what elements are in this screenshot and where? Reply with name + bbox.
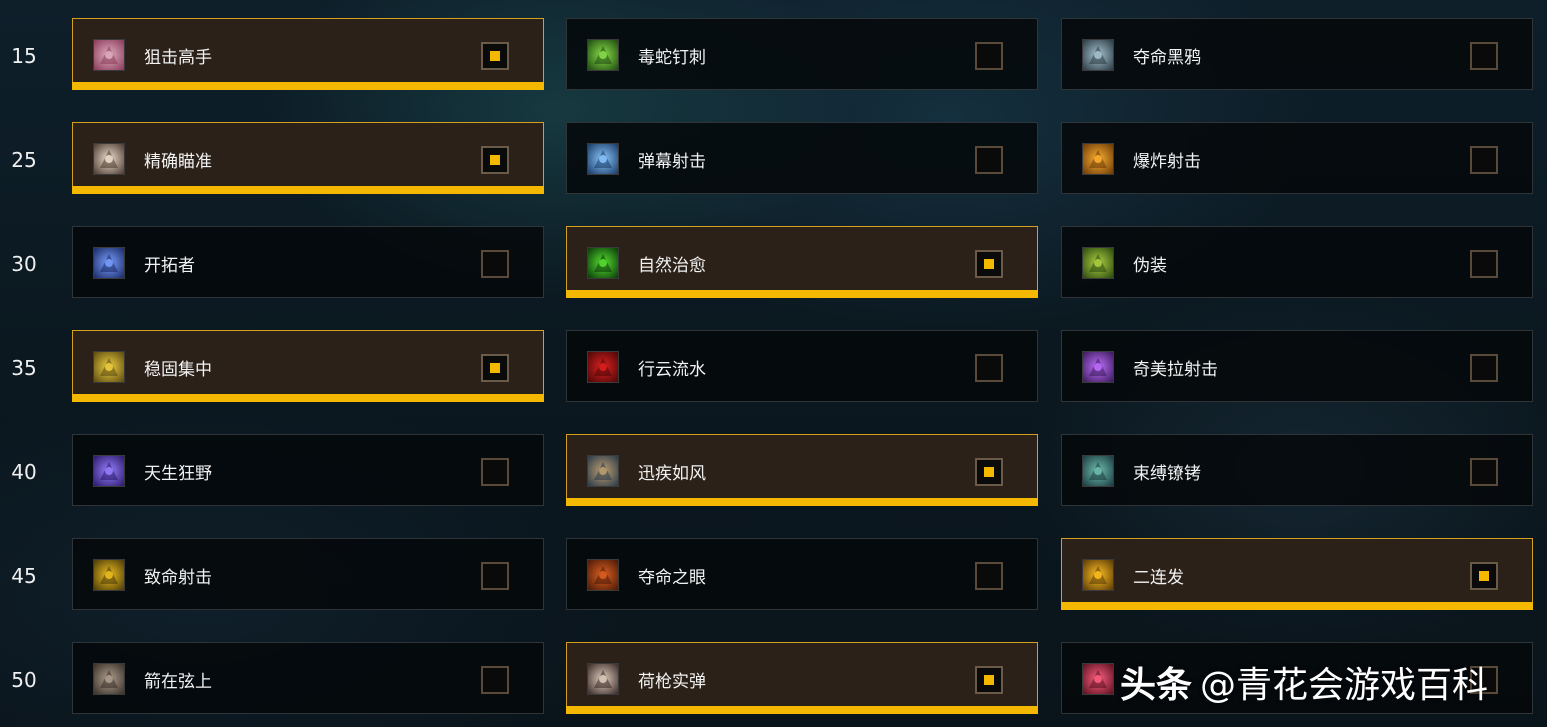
talent-checkbox[interactable]: [481, 146, 509, 174]
talent-checkbox[interactable]: [975, 250, 1003, 278]
talent-card[interactable]: 迅疾如风: [566, 434, 1038, 506]
talent-card[interactable]: 致命射击: [72, 538, 544, 610]
level-label: 40: [11, 460, 37, 484]
talent-name: 弹幕射击: [638, 152, 706, 172]
talent-card[interactable]: 夺命黑鸦: [1061, 18, 1533, 90]
raven-icon: [1082, 39, 1114, 71]
talent-checkbox[interactable]: [481, 666, 509, 694]
talent-name: 迅疾如风: [638, 464, 706, 484]
posthaste-icon: [587, 455, 619, 487]
talent-name: 狙击高手: [144, 48, 212, 68]
level-label: 30: [11, 252, 37, 276]
talent-name: 毒蛇钉刺: [638, 48, 706, 68]
talent-card[interactable]: 箭在弦上: [72, 642, 544, 714]
checkbox-fill: [490, 363, 500, 373]
talent-card[interactable]: 夺命之眼: [566, 538, 1038, 610]
checkbox-fill: [984, 467, 994, 477]
talent-checkbox[interactable]: [975, 354, 1003, 382]
talent-checkbox[interactable]: [481, 250, 509, 278]
talent-card[interactable]: 自然治愈: [566, 226, 1038, 298]
eye-icon: [93, 39, 125, 71]
level-label: 15: [11, 44, 37, 68]
talent-card[interactable]: 荷枪实弹: [566, 642, 1038, 714]
talent-card[interactable]: 天生狂野: [72, 434, 544, 506]
serpent-sting-icon: [587, 39, 619, 71]
calling-the-shots-icon: [93, 663, 125, 695]
talent-checkbox[interactable]: [1470, 42, 1498, 70]
talent-checkbox[interactable]: [1470, 562, 1498, 590]
talent-name: 精确瞄准: [144, 152, 212, 172]
talent-checkbox[interactable]: [1470, 250, 1498, 278]
talent-card[interactable]: 束缚镣铐: [1061, 434, 1533, 506]
talent-name: 箭在弦上: [144, 672, 212, 692]
talent-name: 开拓者: [144, 256, 195, 276]
talent-card[interactable]: 伪装: [1061, 226, 1533, 298]
talent-name: 致命射击: [144, 568, 212, 588]
explosive-shot-icon: [1082, 143, 1114, 175]
binding-shackles-icon: [1082, 455, 1114, 487]
talent-name: 自然治愈: [638, 256, 706, 276]
talent-name: 爆炸射击: [1133, 152, 1201, 172]
checkbox-fill: [1479, 571, 1489, 581]
dead-eye-icon: [587, 559, 619, 591]
talent-checkbox[interactable]: [481, 42, 509, 70]
talent-checkbox[interactable]: [481, 562, 509, 590]
trailblazer-icon: [93, 247, 125, 279]
talent-name: 稳固集中: [144, 360, 212, 380]
checkbox-fill: [490, 51, 500, 61]
talent-checkbox[interactable]: [1470, 354, 1498, 382]
talent-card[interactable]: 精确瞄准: [72, 122, 544, 194]
talent-checkbox[interactable]: [975, 42, 1003, 70]
checkbox-fill: [984, 675, 994, 685]
born-to-be-wild-icon: [93, 455, 125, 487]
talent-checkbox[interactable]: [975, 146, 1003, 174]
talent-card[interactable]: 狙击高手: [72, 18, 544, 90]
level-label: 35: [11, 356, 37, 380]
double-tap-icon: [1082, 559, 1114, 591]
talent-card[interactable]: 奇美拉射击: [1061, 330, 1533, 402]
streamline-icon: [587, 351, 619, 383]
camouflage-icon: [1082, 247, 1114, 279]
chimaera-shot-icon: [1082, 351, 1114, 383]
level-label: 45: [11, 564, 37, 588]
checkbox-fill: [984, 259, 994, 269]
talent-card[interactable]: 爆炸射击: [1061, 122, 1533, 194]
level-label: 50: [11, 668, 37, 692]
watermark: 头条 @青花会游戏百科: [1120, 656, 1488, 708]
piercing-shot-icon: [1082, 663, 1114, 695]
lock-and-load-icon: [587, 663, 619, 695]
checkbox-fill: [490, 155, 500, 165]
talent-card[interactable]: 开拓者: [72, 226, 544, 298]
watermark-brand: 头条: [1120, 665, 1193, 706]
talent-card[interactable]: 弹幕射击: [566, 122, 1038, 194]
talent-name: 伪装: [1133, 256, 1167, 276]
talent-card[interactable]: 二连发: [1061, 538, 1533, 610]
talent-name: 夺命之眼: [638, 568, 706, 588]
talent-name: 行云流水: [638, 360, 706, 380]
watermark-handle: @青花会游戏百科: [1200, 665, 1489, 706]
talent-card[interactable]: 毒蛇钉刺: [566, 18, 1038, 90]
talent-checkbox[interactable]: [975, 458, 1003, 486]
talent-checkbox[interactable]: [975, 562, 1003, 590]
level-label: 25: [11, 148, 37, 172]
talent-card[interactable]: 行云流水: [566, 330, 1038, 402]
talent-checkbox[interactable]: [1470, 146, 1498, 174]
talent-name: 奇美拉射击: [1133, 360, 1218, 380]
talent-checkbox[interactable]: [1470, 458, 1498, 486]
lethal-shots-icon: [93, 559, 125, 591]
talent-name: 天生狂野: [144, 464, 212, 484]
talent-checkbox[interactable]: [481, 458, 509, 486]
aim-icon: [93, 143, 125, 175]
natural-mending-icon: [587, 247, 619, 279]
talent-checkbox[interactable]: [481, 354, 509, 382]
talent-name: 二连发: [1133, 568, 1184, 588]
talent-card[interactable]: 稳固集中: [72, 330, 544, 402]
steady-focus-icon: [93, 351, 125, 383]
talent-name: 束缚镣铐: [1133, 464, 1201, 484]
barrage-icon: [587, 143, 619, 175]
talent-name: 荷枪实弹: [638, 672, 706, 692]
talent-name: 夺命黑鸦: [1133, 48, 1201, 68]
talent-checkbox[interactable]: [975, 666, 1003, 694]
